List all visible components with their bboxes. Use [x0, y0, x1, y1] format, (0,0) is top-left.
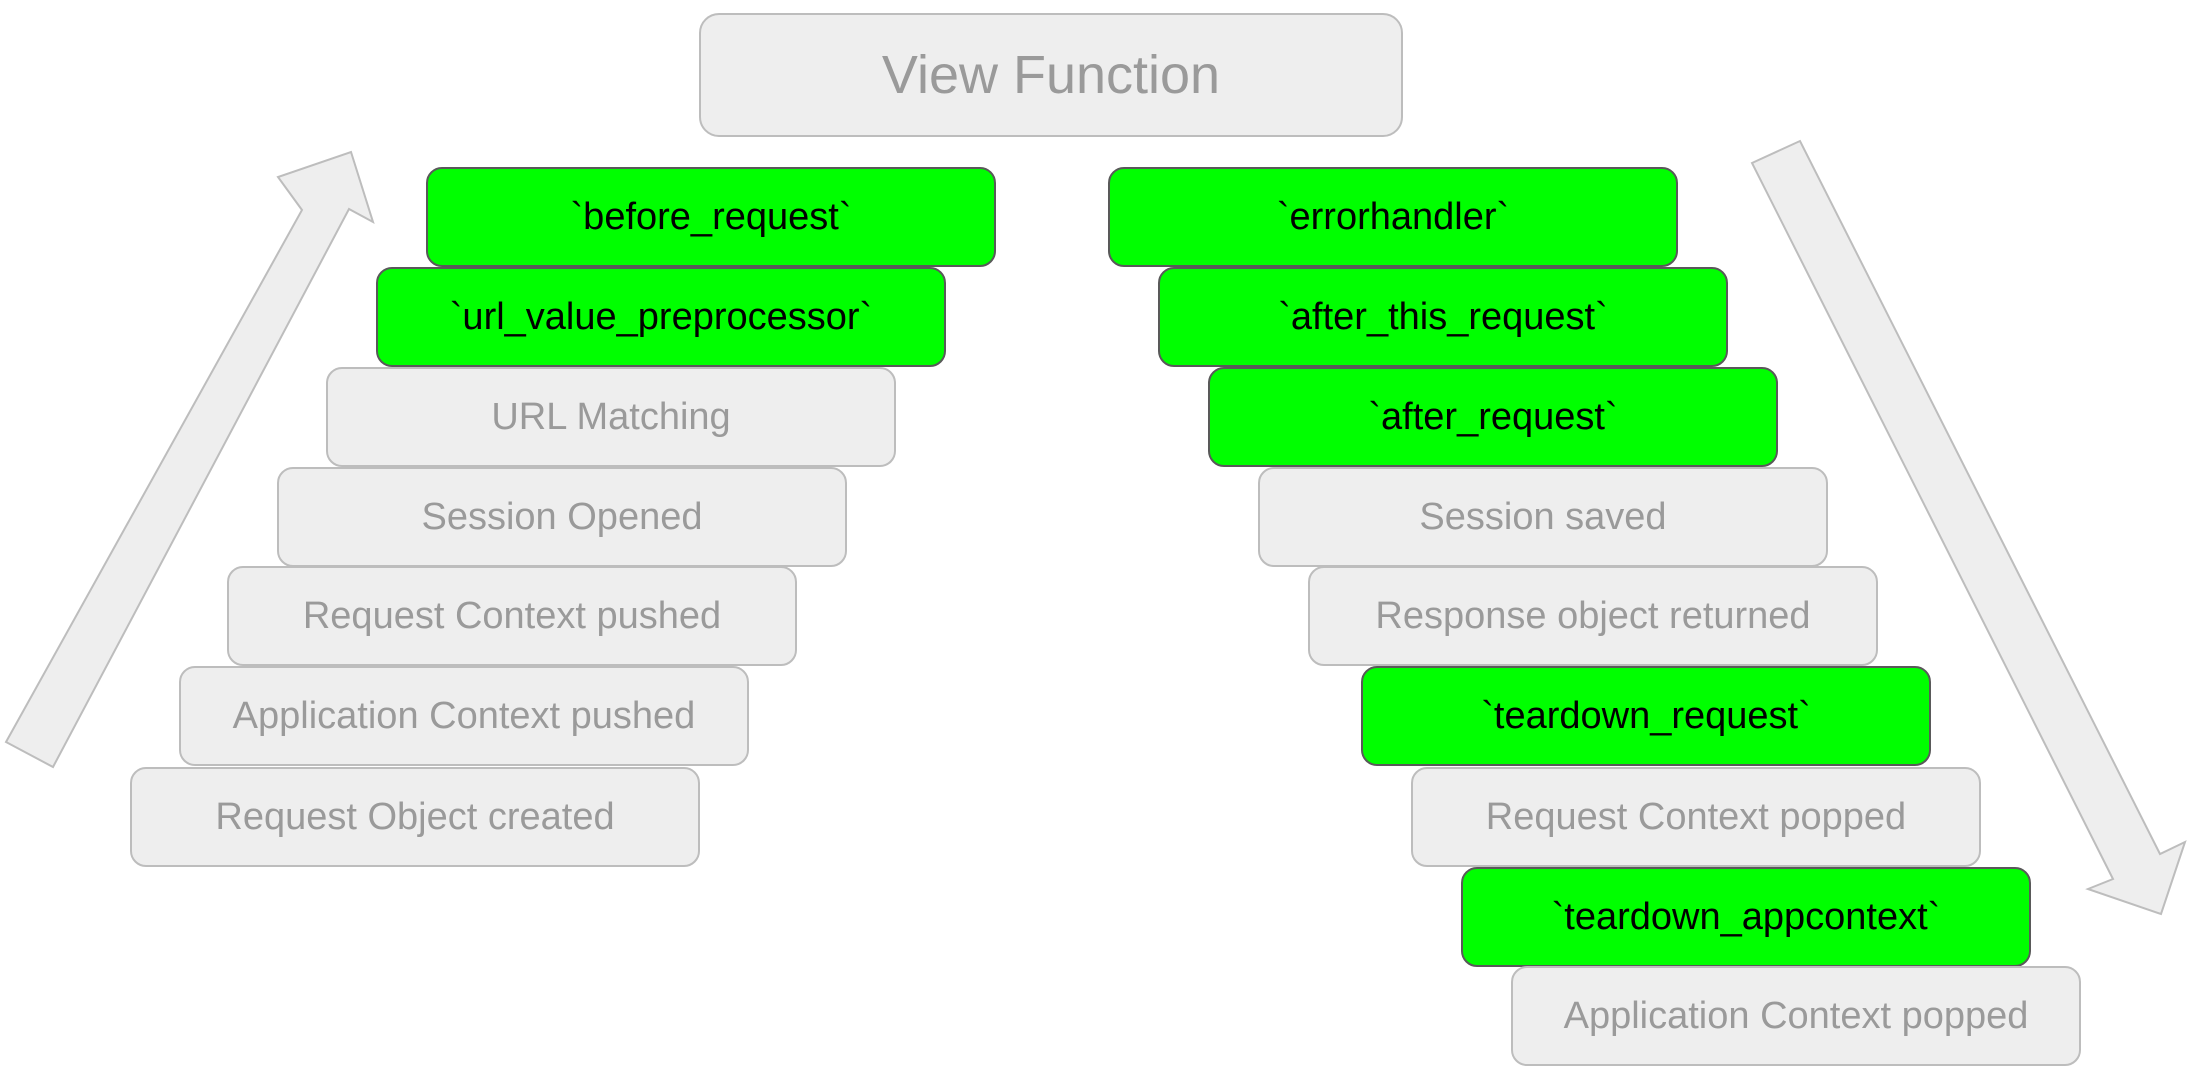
after-this-request-hook: `after_this_request`	[1158, 267, 1728, 367]
session-opened-stage: Session Opened	[277, 467, 847, 567]
step-label: Application Context pushed	[232, 694, 696, 737]
step-label: `before_request`	[570, 195, 852, 238]
step-label: Request Object created	[215, 795, 615, 838]
url-value-preprocessor-hook: `url_value_preprocessor`	[376, 267, 946, 367]
step-label: `after_request`	[1368, 395, 1618, 438]
application-context-pushed-stage: Application Context pushed	[179, 666, 749, 766]
teardown-appcontext-hook: `teardown_appcontext`	[1461, 867, 2031, 967]
request-context-popped-stage: Request Context popped	[1411, 767, 1981, 867]
step-label: `teardown_request`	[1481, 694, 1811, 737]
url-matching-stage: URL Matching	[326, 367, 896, 467]
session-saved-stage: Session saved	[1258, 467, 1828, 567]
errorhandler-hook: `errorhandler`	[1108, 167, 1678, 267]
step-label: `url_value_preprocessor`	[449, 295, 873, 338]
step-label: Session Opened	[421, 495, 703, 538]
step-label: Application Context popped	[1563, 994, 2029, 1037]
request-object-created-stage: Request Object created	[130, 767, 700, 867]
teardown-request-hook: `teardown_request`	[1361, 666, 1931, 766]
after-request-hook: `after_request`	[1208, 367, 1778, 467]
step-label: `teardown_appcontext`	[1551, 895, 1941, 938]
step-label: `errorhandler`	[1276, 195, 1510, 238]
step-label: Response object returned	[1375, 594, 1811, 637]
step-label: Request Context pushed	[302, 594, 722, 637]
step-label: `after_this_request`	[1278, 295, 1608, 338]
application-context-popped-stage: Application Context popped	[1511, 966, 2081, 1066]
view-function-box: View Function	[699, 13, 1403, 137]
step-label: URL Matching	[491, 395, 731, 438]
step-label: Request Context popped	[1485, 795, 1907, 838]
request-context-pushed-stage: Request Context pushed	[227, 566, 797, 666]
before-request-hook: `before_request`	[426, 167, 996, 267]
view-function-label: View Function	[881, 45, 1221, 105]
response-object-returned-stage: Response object returned	[1308, 566, 1878, 666]
step-label: Session saved	[1419, 495, 1667, 538]
